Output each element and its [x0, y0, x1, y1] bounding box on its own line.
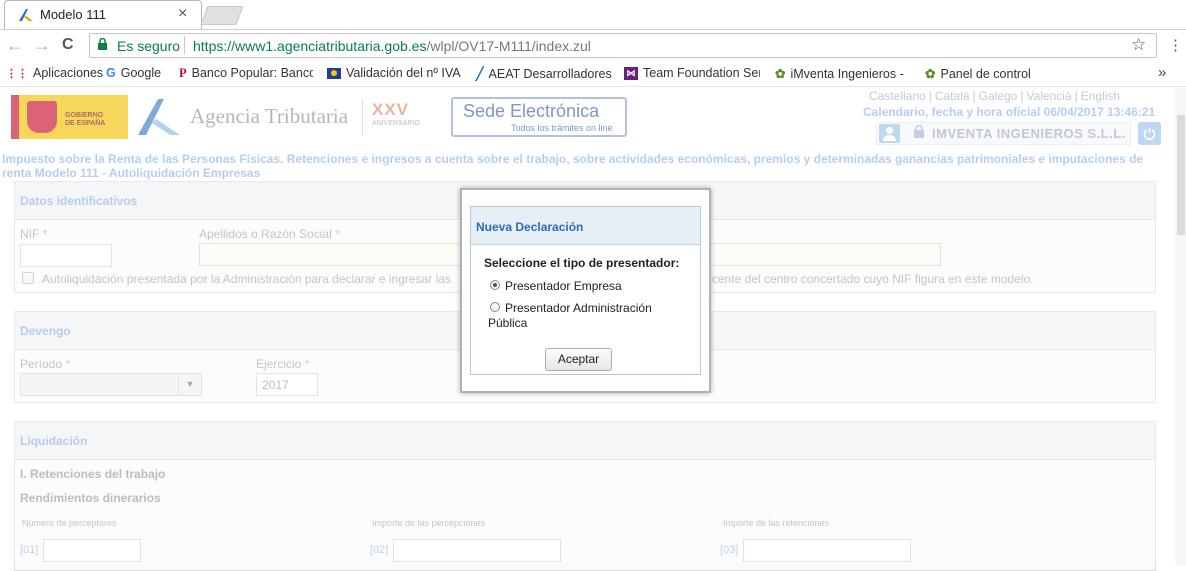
- bookmark-label: Google: [120, 66, 162, 80]
- tab-close-icon[interactable]: ×: [178, 5, 187, 23]
- reload-icon[interactable]: C: [62, 36, 74, 54]
- accept-button[interactable]: Aceptar: [545, 348, 612, 371]
- option-presentador-administracion-line2[interactable]: Pública: [488, 316, 527, 330]
- bookmarks-overflow-icon[interactable]: »: [1158, 64, 1166, 81]
- google-icon: G: [106, 66, 116, 80]
- url-separator: [184, 36, 185, 54]
- option-presentador-administracion[interactable]: Presentador Administración: [505, 301, 652, 315]
- dialog-question: Seleccione el tipo de presentador:: [484, 256, 680, 270]
- radio-presentador-administracion[interactable]: [490, 302, 500, 312]
- bookmark-aeat[interactable]: ╱ AEAT Desarrolladores: [476, 66, 612, 81]
- bookmark-label: AEAT Desarrolladores: [488, 67, 612, 81]
- dialog-title: Nueva Declaración: [476, 220, 584, 234]
- bookmark-imventa[interactable]: ✿ iMventa Ingenieros -: [775, 66, 912, 81]
- url-text[interactable]: https://www1.agenciatributaria.gob.es/wl…: [193, 38, 591, 54]
- bookmark-star-icon[interactable]: ☆: [1131, 35, 1146, 55]
- banco-popular-icon: P: [179, 66, 187, 80]
- bookmark-label: Banco Popular: Banco: [191, 66, 313, 80]
- bookmark-panel[interactable]: ✿ Panel de control: [925, 66, 1031, 81]
- secure-label: Es seguro: [117, 38, 181, 54]
- bookmark-label: Validación del nº IVA: [346, 66, 461, 80]
- bookmark-apps[interactable]: ⋮⋮ Aplicaciones: [6, 66, 103, 80]
- bookmark-label: iMventa Ingenieros -: [790, 67, 904, 81]
- new-tab-button[interactable]: [200, 6, 244, 25]
- visual-studio-icon: ⋈: [624, 67, 638, 81]
- eu-flag-icon: ✺: [327, 68, 341, 80]
- imventa-icon: ✿: [925, 67, 936, 81]
- bookmark-banco-popular[interactable]: P Banco Popular: Banco: [179, 66, 313, 81]
- aeat-favicon-icon: [19, 9, 33, 21]
- bookmark-label: Panel de control: [940, 67, 1031, 81]
- lock-icon: [98, 38, 107, 50]
- bookmark-label: Aplicaciones: [33, 66, 104, 80]
- imventa-icon: ✿: [775, 67, 786, 81]
- option-presentador-empresa[interactable]: Presentador Empresa: [505, 279, 622, 293]
- bookmark-label: Team Foundation Ser: [643, 66, 760, 80]
- url-path: /wlpl/OV17-M111/index.zul: [426, 38, 591, 54]
- aeat-icon: ╱: [476, 67, 484, 81]
- bookmark-iva[interactable]: ✺ Validación del nº IVA: [327, 66, 463, 80]
- apps-icon: ⋮⋮: [6, 68, 28, 80]
- forward-icon[interactable]: →: [33, 35, 51, 56]
- back-icon[interactable]: ←: [6, 35, 24, 56]
- bookmark-google[interactable]: G Google: [106, 66, 161, 80]
- radio-presentador-empresa[interactable]: [490, 280, 500, 290]
- bookmark-tfs[interactable]: ⋈ Team Foundation Ser: [624, 66, 760, 81]
- browser-menu-icon[interactable]: ⋮: [1168, 36, 1183, 54]
- url-host: https://www1.agenciatributaria.gob.es: [193, 38, 427, 54]
- tab-title: Modelo 111: [40, 7, 107, 22]
